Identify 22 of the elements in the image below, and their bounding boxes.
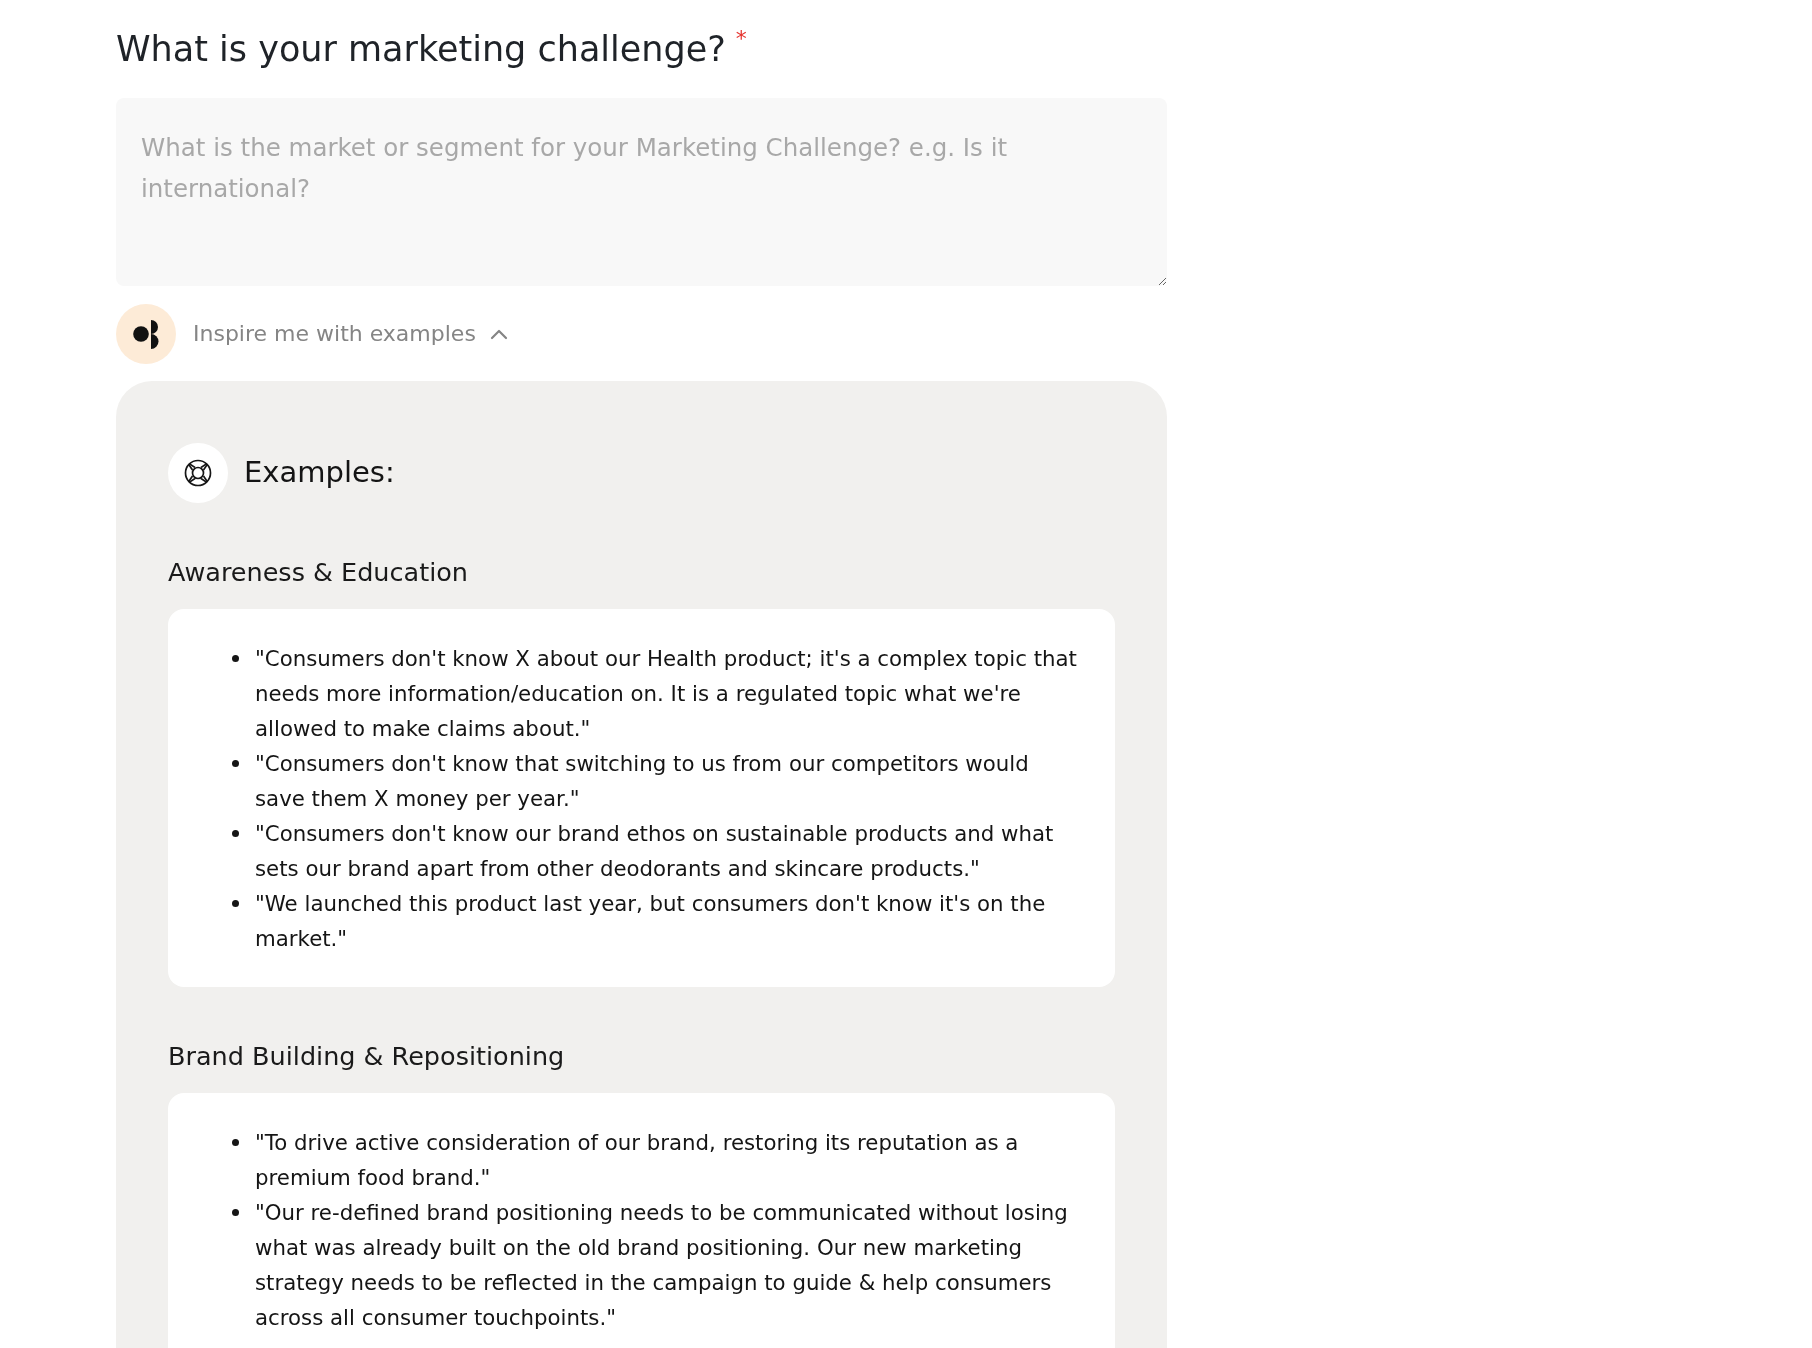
example-text: "Consumers don't know X about our Health product; it's a complex topic that needs more information/education on. It is a regulated topic what we're allowed to make claims about." — [255, 645, 1078, 744]
required-asterisk: * — [735, 26, 747, 51]
lifebuoy-icon — [168, 443, 228, 504]
bullet-icon — [232, 655, 239, 663]
section-heading: Awareness & Education — [168, 556, 469, 589]
bullet-icon — [232, 900, 239, 908]
question-title: What is your marketing challenge? — [116, 29, 726, 69]
logo-icon — [116, 304, 176, 365]
section-heading: Brand Building & Repositioning — [168, 1040, 566, 1073]
example-text: "To drive active consideration of our brand, restoring its reputation as a premium food brand." — [255, 1129, 1020, 1193]
example-text: "Consumers don't know that switching to us from our competitors would save them X money per year." — [255, 750, 1030, 814]
example-text: "Our re-defined brand positioning needs to be communicated without losing what was already built on the old brand positioning. Our new marketing strategy needs to be reflected in the campaign to guide & help consumers across all consumer touchpoints." — [255, 1199, 1069, 1333]
example-text: "Consumers don't know our brand ethos on sustainable products and what sets our brand apart from other deodorants and skincare products." — [255, 820, 1055, 884]
bullet-icon — [232, 1139, 239, 1147]
bullet-icon — [232, 760, 239, 768]
inspire-toggle[interactable]: Inspire me with examples — [193, 319, 508, 350]
bullet-icon — [232, 830, 239, 838]
answer-field[interactable]: What is the market or segment for your Marketing Challenge? e.g. Is it international? — [116, 98, 1167, 287]
bullet-icon — [232, 1209, 239, 1217]
example-text: "We launched this product last year, but consumers don't know it's on the market." — [255, 890, 1047, 954]
chevron-up-icon — [489, 328, 508, 341]
examples-title: Examples: — [244, 454, 395, 492]
